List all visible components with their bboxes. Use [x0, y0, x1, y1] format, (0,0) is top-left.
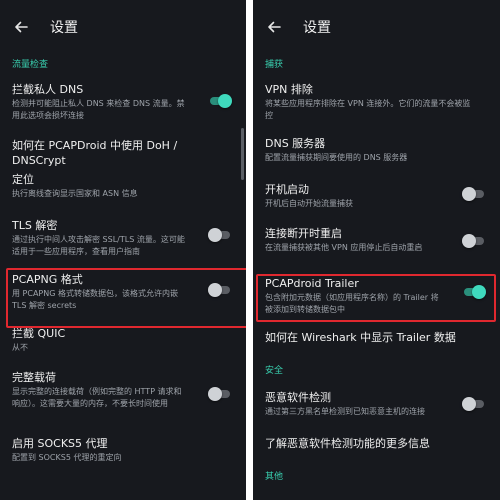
section-header-security: 安全 [265, 366, 284, 376]
setting-summary: 显示完整的连接载荷（例如完整的 HTTP 请求和响应）。这需要大量的内存，不要长… [12, 387, 182, 408]
setting-summary: 执行离线查询显示国家和 ASN 信息 [12, 189, 138, 198]
app-bar: 设置 [253, 0, 500, 54]
setting-title: PCAPNG 格式 [12, 273, 83, 286]
block-private-dns-switch[interactable] [208, 94, 232, 108]
setting-doh-dnscrypt-help[interactable]: 如何在 PCAPDroid 中使用 DoH / DNSCrypt [0, 126, 246, 167]
setting-summary: 通过执行中间人攻击解密 SSL/TLS 流量。这可能适用于一些应用程序，查看用户… [12, 235, 185, 256]
setting-tls-decryption[interactable]: TLS 解密 通过执行中间人攻击解密 SSL/TLS 流量。这可能适用于一些应用… [0, 208, 246, 262]
setting-wireshark-trailer-help[interactable]: 如何在 Wireshark 中显示 Trailer 数据 [253, 318, 500, 356]
scrollbar[interactable] [241, 128, 244, 180]
setting-title: 定位 [12, 173, 34, 186]
setting-title: 拦截 QUIC [12, 327, 66, 340]
tls-decryption-switch[interactable] [208, 228, 232, 242]
setting-title: TLS 解密 [12, 219, 58, 232]
setting-title: 了解恶意软件检测功能的更多信息 [265, 437, 430, 450]
setting-pcapdroid-trailer[interactable]: PCAPdroid Trailer 包含附加元数据（如应用程序名称）的 Trai… [253, 266, 500, 318]
setting-title: 恶意软件检测 [265, 391, 331, 404]
setting-title: 如何在 PCAPDroid 中使用 DoH / DNSCrypt [12, 139, 178, 167]
section-header-other: 其他 [265, 472, 284, 482]
setting-summary: 包含附加元数据（如应用程序名称）的 Trailer 将被添加到转储数据包中 [265, 293, 439, 314]
pcapdroid-trailer-switch[interactable] [462, 285, 486, 299]
setting-title: 开机启动 [265, 183, 309, 196]
page-title: 设置 [50, 20, 78, 36]
setting-malware-detection-help[interactable]: 了解恶意软件检测功能的更多信息 [253, 426, 500, 464]
setting-restart-on-disconnect[interactable]: 连接断开时重启 在流量捕获被其他 VPN 应用停止后自动重启 [253, 216, 500, 266]
setting-summary: 配置流量捕获期间要使用的 DNS 服务器 [265, 153, 408, 162]
app-bar: 设置 [0, 0, 246, 54]
setting-summary: 通过第三方黑名单检测到已知恶意主机的连接 [265, 407, 425, 416]
setting-summary: 用 PCAPNG 格式转储数据包，该格式允许内嵌 TLS 解密 secrets [12, 289, 178, 310]
setting-summary: 配置到 SOCKS5 代理的重定向 [12, 453, 122, 462]
setting-title: VPN 排除 [265, 83, 313, 96]
section-header-traffic-inspection: 流量检查 [12, 60, 49, 70]
back-arrow-icon[interactable] [10, 16, 32, 38]
setting-socks5-proxy[interactable]: 启用 SOCKS5 代理 配置到 SOCKS5 代理的重定向 [0, 428, 246, 468]
setting-title: 如何在 Wireshark 中显示 Trailer 数据 [265, 331, 456, 344]
settings-screen-left: 设置 流量检查 拦截私人 DNS 检测并可能阻止私人 DNS 来检查 DNS 流… [0, 0, 246, 500]
setting-full-payload[interactable]: 完整载荷 显示完整的连接载荷（例如完整的 HTTP 请求和响应）。这需要大量的内… [0, 360, 246, 428]
setting-block-quic[interactable]: 拦截 QUIC 从不 [0, 318, 246, 360]
setting-pcapng-format[interactable]: PCAPNG 格式 用 PCAPNG 格式转储数据包，该格式允许内嵌 TLS 解… [0, 262, 246, 318]
section-header-capture: 捕获 [265, 60, 284, 70]
setting-geolocation[interactable]: 定位 执行离线查询显示国家和 ASN 信息 [0, 166, 246, 208]
setting-block-private-dns[interactable]: 拦截私人 DNS 检测并可能阻止私人 DNS 来检查 DNS 流量。禁用此选项会… [0, 76, 246, 126]
setting-auto-start[interactable]: 开机启动 开机后自动开始流量捕获 [253, 172, 500, 216]
back-arrow-icon[interactable] [263, 16, 285, 38]
setting-summary: 在流量捕获被其他 VPN 应用停止后自动重启 [265, 243, 423, 252]
malware-detection-switch[interactable] [462, 397, 486, 411]
page-title: 设置 [303, 20, 331, 36]
setting-title: DNS 服务器 [265, 137, 326, 150]
setting-title: 完整载荷 [12, 371, 56, 384]
setting-summary: 将某些应用程序排除在 VPN 连接外。它们的流量不会被监控 [265, 99, 471, 120]
auto-start-switch[interactable] [462, 187, 486, 201]
restart-on-disconnect-switch[interactable] [462, 234, 486, 248]
setting-dns-server[interactable]: DNS 服务器 配置流量捕获期间要使用的 DNS 服务器 [253, 126, 500, 172]
full-payload-switch[interactable] [208, 387, 232, 401]
setting-title: 启用 SOCKS5 代理 [12, 437, 108, 450]
setting-malware-detection[interactable]: 恶意软件检测 通过第三方黑名单检测到已知恶意主机的连接 [253, 382, 500, 426]
setting-title: PCAPdroid Trailer [265, 277, 359, 290]
setting-title: 拦截私人 DNS [12, 83, 84, 96]
pcapng-format-switch[interactable] [208, 283, 232, 297]
setting-title: 连接断开时重启 [265, 227, 342, 240]
setting-summary: 开机后自动开始流量捕获 [265, 199, 353, 208]
settings-screen-right: 设置 捕获 VPN 排除 将某些应用程序排除在 VPN 连接外。它们的流量不会被… [253, 0, 500, 500]
setting-summary: 从不 [12, 343, 28, 352]
setting-summary: 检测并可能阻止私人 DNS 来检查 DNS 流量。禁用此选项会损坏连接 [12, 99, 185, 120]
setting-vpn-exclusion[interactable]: VPN 排除 将某些应用程序排除在 VPN 连接外。它们的流量不会被监控 [253, 76, 500, 126]
